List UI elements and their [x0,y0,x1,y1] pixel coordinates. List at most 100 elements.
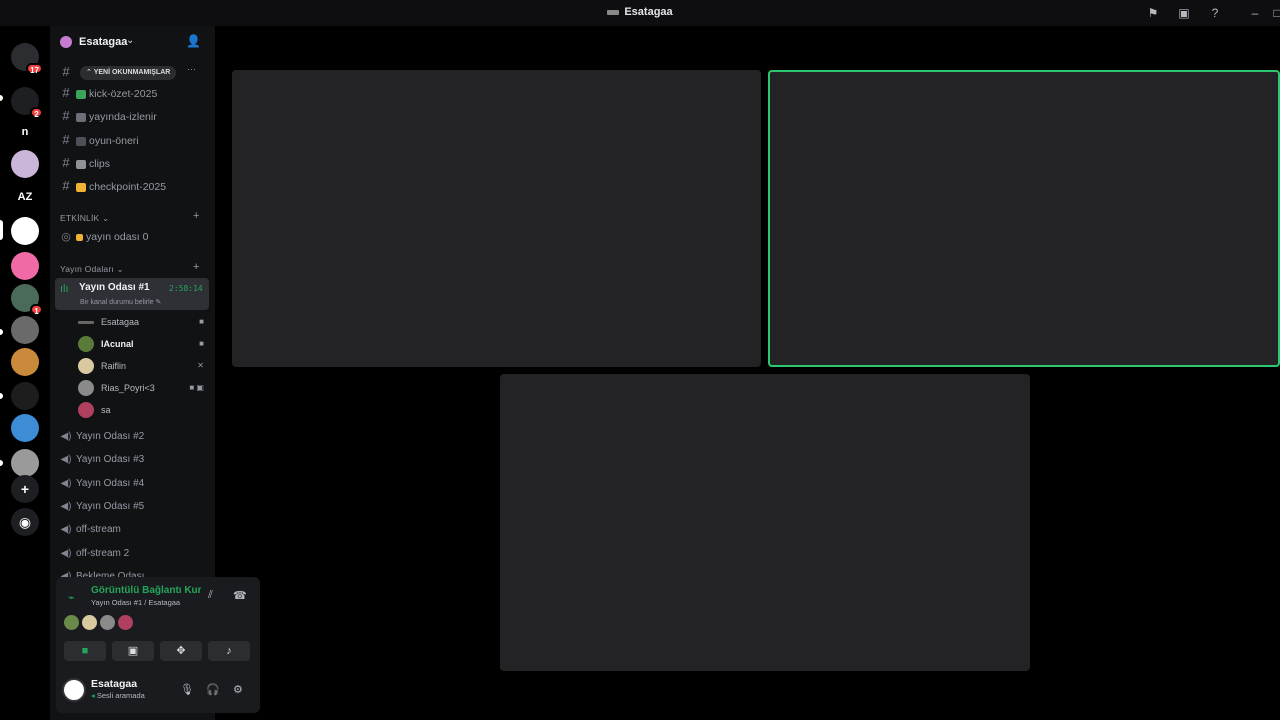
connection-status[interactable]: Görüntülü Bağlantı Kuruldu [91,585,201,596]
text-channel[interactable]: # yayında-izlenir [56,106,209,126]
add-channel-icon[interactable]: + [193,261,199,273]
speaker-icon: ◀) [60,500,72,512]
activities-button[interactable]: ✥ [160,641,202,661]
video-tile-2[interactable] [768,70,1280,367]
channel-sidebar: Esatagaa ⌄ 👤 # ⌃ YENİ OKUNMAMIŞLAR ··· #… [50,26,260,720]
server-az[interactable]: AZ [11,183,39,211]
screen-share-button[interactable]: ▣ [112,641,154,661]
unread-pill-label: YENİ OKUNMAMIŞLAR [93,69,171,76]
voice-channel[interactable]: ◀) off-stream [56,520,206,540]
add-server-icon[interactable]: + [11,475,39,503]
video-tile-3[interactable] [500,374,1030,671]
category-streams-label: Yayın Odaları [60,264,114,274]
voice-connection-panel: ⌁ Görüntülü Bağlantı Kuruldu Yayın Odası… [56,577,260,669]
avatar [78,402,94,418]
voice-active-icon: ılı [60,283,69,295]
mention-badge: 17 [26,63,43,75]
mention-badge: 1 [30,304,43,316]
maximize-icon[interactable]: □ [1270,6,1280,20]
signal-icon[interactable]: ⌁ [68,591,75,604]
voice-channel-label: Yayın Odası #2 [76,431,145,442]
disconnect-icon[interactable]: ☎ [233,589,247,602]
text-channel[interactable]: # kick-özet-2025 [56,83,209,103]
voice-channel[interactable]: ◀) Yayın Odası #2 [56,427,206,447]
voice-channel[interactable]: ◀) off-stream 2 [56,544,206,564]
activities-icon: ✥ [176,645,186,657]
settings-gear-icon[interactable]: ⚙ [233,683,243,696]
discover-icon[interactable]: ◉ [11,508,39,536]
voice-channel[interactable]: ◀) Yayın Odası #3 [56,450,206,470]
chevron-down-icon: ⌄ [126,35,135,46]
video-icon: ■ ▣ [189,383,204,392]
voice-member[interactable]: Esatagaa ■ [78,312,208,332]
member-name: Esatagaa [101,317,140,327]
server-game[interactable]: 1 [11,284,43,316]
user-status: ◂ Sesli aramada [91,691,145,700]
channel-label: clips [89,158,111,170]
server-unread-pill [0,460,3,466]
add-channel-icon[interactable]: + [193,210,199,222]
active-voice-channel[interactable]: ılı Yayın Odası #1 2:58:14 Bir kanal dur… [55,278,209,310]
avatar[interactable] [62,678,86,702]
video-tile-1[interactable] [232,70,761,367]
username[interactable]: Esatagaa [91,678,137,690]
microphone-icon[interactable]: 🎙 [180,683,194,696]
server-blue[interactable] [11,414,39,442]
server-group-2[interactable] [11,449,39,477]
voice-channel[interactable]: ◀) Yayın Odası #4 [56,474,206,494]
server-unread-pill [0,95,3,101]
voice-member[interactable]: lAcunal ■ [78,334,208,354]
member-name: Raiflin [101,361,127,371]
speaker-icon: ◀) [60,454,72,466]
voice-channel[interactable]: ◀) Yayın Odası #5 [56,497,206,517]
channel-status[interactable]: Bir kanal durumu belirle ✎ [80,298,161,306]
server-stripes[interactable] [11,316,39,344]
voice-member[interactable]: Rias_Poyri<3 ■ ▣ [78,378,208,398]
headphones-icon[interactable]: 🎧 [206,683,220,696]
server-tiger[interactable] [11,348,39,376]
text-channel[interactable]: # clips [56,153,209,173]
voice-member[interactable]: Raiflin ✕ [78,356,208,376]
voice-channel-label: Yayın Odası #3 [76,454,145,466]
member-name: lAcunal [101,339,134,349]
title-bar: Esatagaa ⚑ ▣ ? – □ [0,0,1280,26]
server-group[interactable]: 2 [11,87,43,119]
text-channel[interactable]: # checkpoint-2025 [56,176,209,196]
help-icon[interactable]: ? [1208,6,1222,20]
server-n[interactable]: n [11,118,39,146]
discord-home[interactable]: 17 [11,43,43,75]
text-channel[interactable]: # oyun-öneri [56,130,209,150]
hash-icon: # [62,132,70,147]
server-anime-1[interactable] [11,150,39,178]
camera-button[interactable]: ■ [64,641,106,661]
server-anime-2[interactable] [11,252,39,280]
soundboard-button[interactable]: ♪ [208,641,250,661]
hash-icon: # [62,155,70,170]
add-user-icon[interactable]: 👤 [186,34,201,48]
avatar[interactable] [64,615,79,630]
event-channel[interactable]: ◎ yayın odası 0 [56,227,209,247]
noise-suppression-icon[interactable]: ⫽ [208,589,213,602]
category-streams[interactable]: Yayın Odaları ⌄ [60,264,124,275]
server-label: AZ [17,191,33,203]
channel-label: checkpoint-2025 [89,181,167,193]
inbox-icon[interactable]: ▣ [1177,6,1191,20]
category-events[interactable]: ETKİNLİK ⌄ [60,213,109,224]
server-unread-pill [0,329,3,335]
minimize-icon[interactable]: – [1248,6,1262,20]
avatar[interactable] [82,615,97,630]
voice-status-icon: ◂ [91,691,95,700]
server-name: Esatagaa [79,36,128,48]
muted-video-icon: ✕ [197,361,204,370]
server-dark[interactable] [11,382,39,410]
server-esatagaa[interactable] [11,217,39,245]
avatar[interactable] [100,615,115,630]
voice-member[interactable]: sa [78,400,208,420]
flag-icon[interactable]: ⚑ [1146,6,1160,20]
channel-emoji [76,182,86,192]
new-unreads-pill[interactable]: ⌃ YENİ OKUNMAMIŞLAR [80,66,177,80]
user-status-text: Sesli aramada [96,691,145,700]
avatar[interactable] [118,615,133,630]
server-unread-pill [0,393,3,399]
server-header[interactable]: Esatagaa ⌄ 👤 [50,26,215,58]
